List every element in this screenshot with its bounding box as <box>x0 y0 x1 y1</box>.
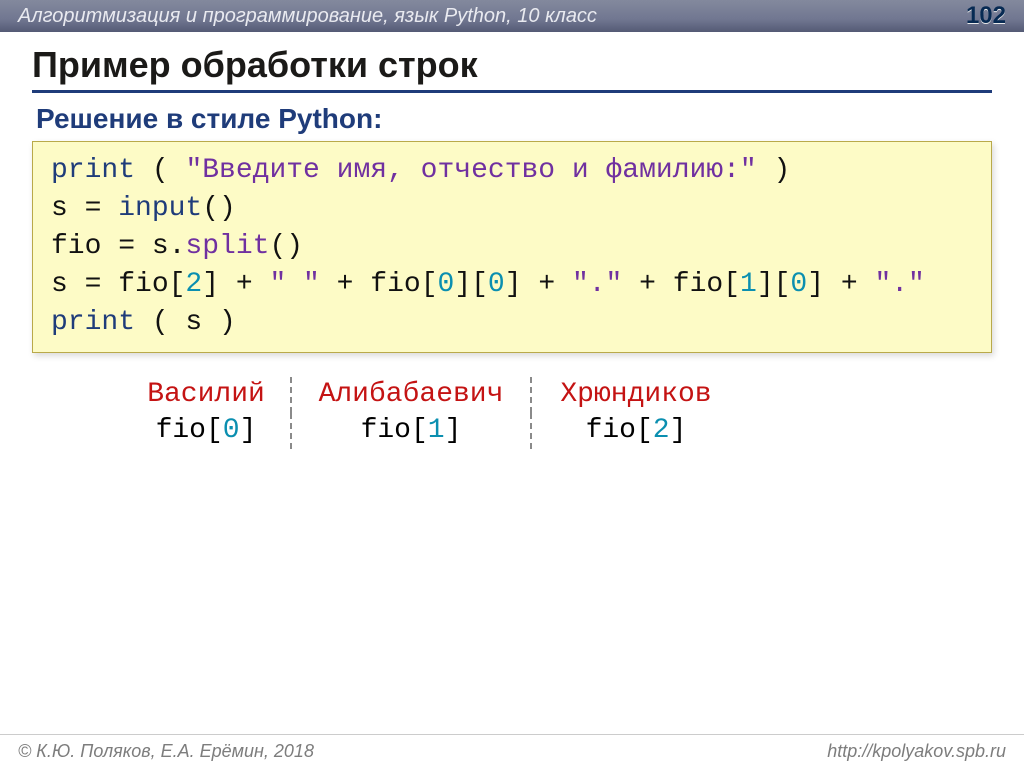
slide-footer: © К.Ю. Поляков, Е.А. Ерёмин, 2018 http:/… <box>0 734 1024 767</box>
slide-title: Пример обработки строк <box>32 44 992 86</box>
name-part-2: Хрюндиков <box>560 379 711 410</box>
idx-label-0: fio[0] <box>156 415 257 446</box>
footer-copyright: © К.Ю. Поляков, Е.А. Ерёмин, 2018 <box>18 741 314 761</box>
code-line-2: s = input() <box>51 193 236 224</box>
split-names-row: Василий Алибабаевич Хрюндиков <box>122 377 992 413</box>
code-block: print ( "Введите имя, отчество и фамилию… <box>32 141 992 353</box>
code-line-4: s = fio[2] + " " + fio[0][0] + "." + fio… <box>51 269 925 300</box>
code-line-1: print ( "Введите имя, отчество и фамилию… <box>51 155 790 186</box>
header-title: Алгоритмизация и программирование, язык … <box>18 0 597 32</box>
slide-content: Пример обработки строк Решение в стиле P… <box>0 32 1024 449</box>
split-indices-row: fio[0] fio[1] fio[2] <box>122 413 992 449</box>
split-diagram: Василий Алибабаевич Хрюндиков fio[0] fio… <box>32 377 992 449</box>
idx-label-1: fio[1] <box>361 415 462 446</box>
idx-label-2: fio[2] <box>586 415 687 446</box>
name-part-0: Василий <box>147 379 265 410</box>
slide-header: Алгоритмизация и программирование, язык … <box>0 0 1024 32</box>
name-part-1: Алибабаевич <box>319 379 504 410</box>
page-number: 102 <box>966 0 1006 32</box>
code-line-5: print ( s ) <box>51 307 236 338</box>
slide-subtitle: Решение в стиле Python: <box>36 103 992 135</box>
footer-url: http://kpolyakov.spb.ru <box>827 735 1006 767</box>
title-rule <box>32 90 992 93</box>
code-line-3: fio = s.split() <box>51 231 303 262</box>
